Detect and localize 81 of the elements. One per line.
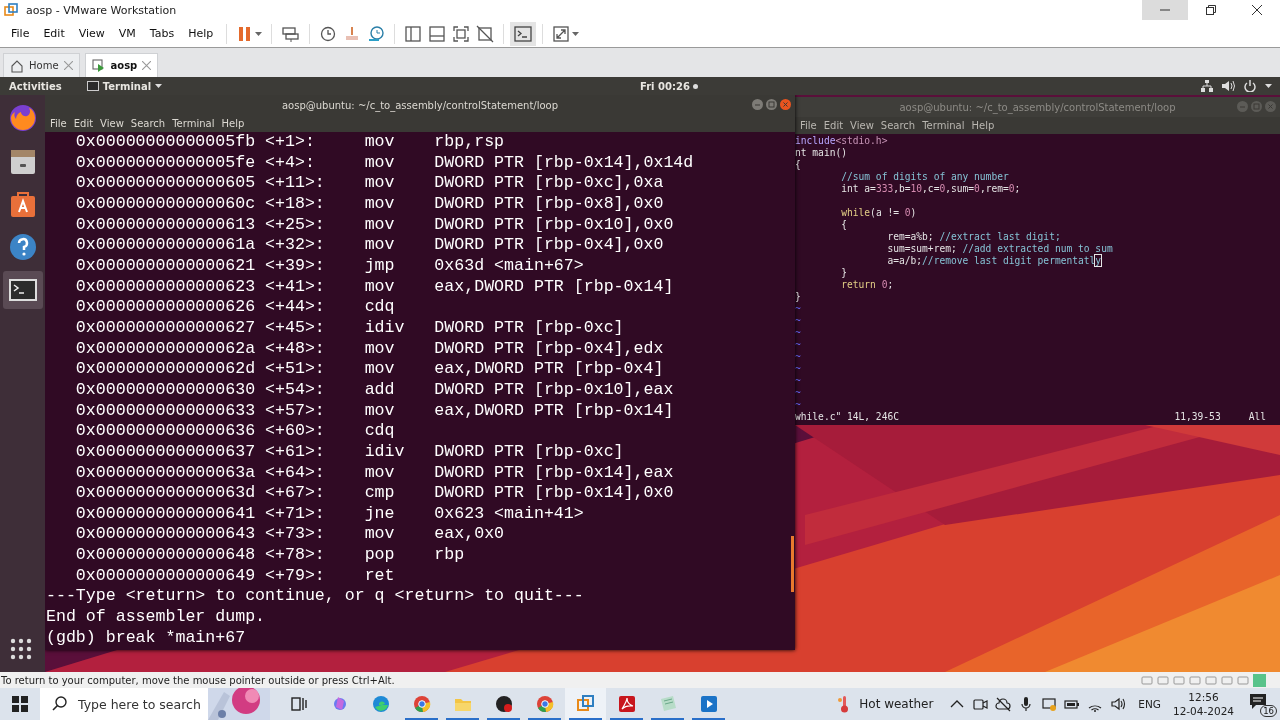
empty-line-marker: ~ (795, 327, 801, 339)
terminal-line: 0x0000000000000643 <+73>: mov eax,0x0 (75, 524, 505, 546)
empty-line-marker: ~ (795, 375, 801, 387)
file-info: while.c" 14L, 246C (795, 411, 899, 423)
menu-item[interactable]: Search (127, 118, 169, 129)
terminal-line: ---Type <return> to continue, or q <return> to quit--- (46, 586, 584, 608)
activities-button[interactable]: Activities (9, 80, 62, 92)
terminal-line: 0x0000000000000621 <+39>: jmp 0x63d <main+67> (75, 255, 584, 277)
terminal-line: End of assembler dump. (46, 607, 266, 628)
weather-label[interactable]: Hot weather (859, 697, 934, 711)
code-line: { (840, 219, 847, 231)
empty-line-marker: ~ (795, 387, 801, 399)
empty-line-marker: ~ (795, 303, 801, 315)
code-line: rem=a%b; //extract last digit; (886, 231, 1061, 243)
terminal-line: 0x0000000000000649 <+79>: ret (75, 565, 395, 587)
code-line: } (795, 291, 801, 303)
code-line: nt main() (795, 147, 847, 159)
menu-item[interactable]: Help (181, 27, 221, 40)
language-indicator[interactable]: ENG (1138, 698, 1161, 710)
status-message: To return to your computer, move the mouse pointer outside or press Ctrl+Alt. (1, 674, 395, 686)
code-line: { (795, 159, 801, 171)
menu-item[interactable]: View (71, 27, 112, 40)
code-line: //sum of digits of any number (840, 171, 1009, 183)
terminal-line: 0x0000000000000623 <+41>: mov eax,DWORD PTR [rbp-0x14] (75, 276, 674, 298)
terminal-line: 0x0000000000000630 <+54>: add DWORD PTR [rbp-0x10],eax (75, 379, 674, 401)
code-line: int a=333,b=10,c=0,sum=0,rem=0; (840, 183, 1021, 195)
code-line: return 0; (840, 279, 894, 291)
terminal-line: 0x0000000000000641 <+71>: jne 0x623 <main+41> (75, 503, 584, 525)
menu-item[interactable]: Edit (70, 118, 97, 129)
terminal-line: 0x000000000000062d <+51>: mov eax,DWORD PTR [rbp-0x4] (75, 359, 664, 380)
tab[interactable]: Home (3, 53, 80, 77)
tab-label: aosp (110, 60, 138, 71)
notification-count: 16 (1260, 705, 1277, 717)
window-title: aosp@ubuntu: ~/c_to_assembly/controlStatement/loop (899, 101, 1176, 113)
terminal-line: 0x0000000000000637 <+61>: idiv DWORD PTR [rbp-0xc] (75, 441, 624, 463)
empty-line-marker: ~ (795, 363, 801, 375)
terminal-line: 0x0000000000000605 <+11>: mov DWORD PTR [rbp-0xc],0xa (75, 173, 664, 194)
menu-item[interactable]: Terminal (169, 118, 218, 129)
app-menu[interactable]: Terminal (86, 80, 163, 92)
terminal-line: 0x0000000000000648 <+78>: pop rbp (75, 545, 465, 566)
clock-button[interactable]: Fri 00:26 (640, 80, 690, 92)
terminal-line: 0x000000000000063a <+64>: mov DWORD PTR [rbp-0x14],eax (75, 462, 674, 484)
terminal-line: 0x0000000000000626 <+44>: cdq (75, 297, 395, 318)
command-line: (gdb) break *main+67 (46, 627, 246, 649)
terminal-line: 0x0000000000000613 <+25>: mov DWORD PTR [rbp-0x10],0x0 (75, 214, 674, 236)
terminal-line: 0x0000000000000633 <+57>: mov eax,DWORD PTR [rbp-0x14] (75, 400, 674, 422)
menu-item[interactable]: Help (218, 118, 248, 129)
window-title: aosp - VMware Workstation (26, 3, 178, 17)
menu-item[interactable]: File (47, 118, 70, 129)
tab[interactable]: aosp (84, 53, 159, 77)
menu-item[interactable]: Tabs (142, 27, 182, 40)
menu-item[interactable]: Edit (36, 27, 72, 40)
clock-time[interactable]: 12:56 (1188, 690, 1219, 704)
cursor-position: 11,39-53 (1174, 411, 1221, 423)
code-line: include<stdio.h> (795, 135, 888, 147)
code-line: a=a/b;//remove last digit permentatl y (886, 255, 1102, 267)
clock-date[interactable]: 12-04-2024 (1172, 704, 1234, 718)
terminal-line: 0x0000000000000627 <+45>: idiv DWORD PTR [rbp-0xc] (75, 317, 624, 339)
empty-line-marker: ~ (795, 399, 801, 411)
window-title: aosp@ubuntu: ~/c_to_assembly/controlStatement/loop (281, 99, 559, 111)
code-line: while(a != 0) (840, 207, 917, 219)
empty-line-marker: ~ (795, 315, 801, 327)
terminal-line: 0x000000000000060c <+18>: mov DWORD PTR [rbp-0x8],0x0 (75, 193, 664, 215)
search-field[interactable]: Type here to search (40, 688, 270, 720)
search-placeholder: Type here to search (78, 696, 201, 712)
code-line: sum=sum+rem; //add extracted num to sum (886, 243, 1113, 255)
terminal-line: 0x000000000000061a <+32>: mov DWORD PTR [rbp-0x4],0x0 (75, 235, 664, 256)
tab-label: Home (29, 60, 59, 71)
empty-line-marker: ~ (795, 339, 801, 351)
scroll-position: All (1248, 411, 1266, 423)
menu-item[interactable]: File (4, 27, 37, 40)
empty-line-marker: ~ (795, 351, 801, 363)
code-line: } (840, 267, 847, 279)
terminal-line: 0x000000000000062a <+48>: mov DWORD PTR [rbp-0x4],edx (75, 338, 664, 360)
terminal-line: 0x0000000000000636 <+60>: cdq (75, 421, 395, 442)
app-menu-label: Terminal (102, 80, 152, 92)
terminal-line: 0x000000000000063d <+67>: cmp DWORD PTR [rbp-0x14],0x0 (75, 483, 674, 504)
terminal-line: 0x00000000000005fb <+1>: mov rbp,rsp (75, 132, 505, 153)
menu-item[interactable]: View (97, 118, 127, 129)
terminal-line: 0x00000000000005fe <+4>: mov DWORD PTR [rbp-0x14],0x14d (75, 152, 694, 174)
menu-item[interactable]: VM (111, 27, 143, 40)
